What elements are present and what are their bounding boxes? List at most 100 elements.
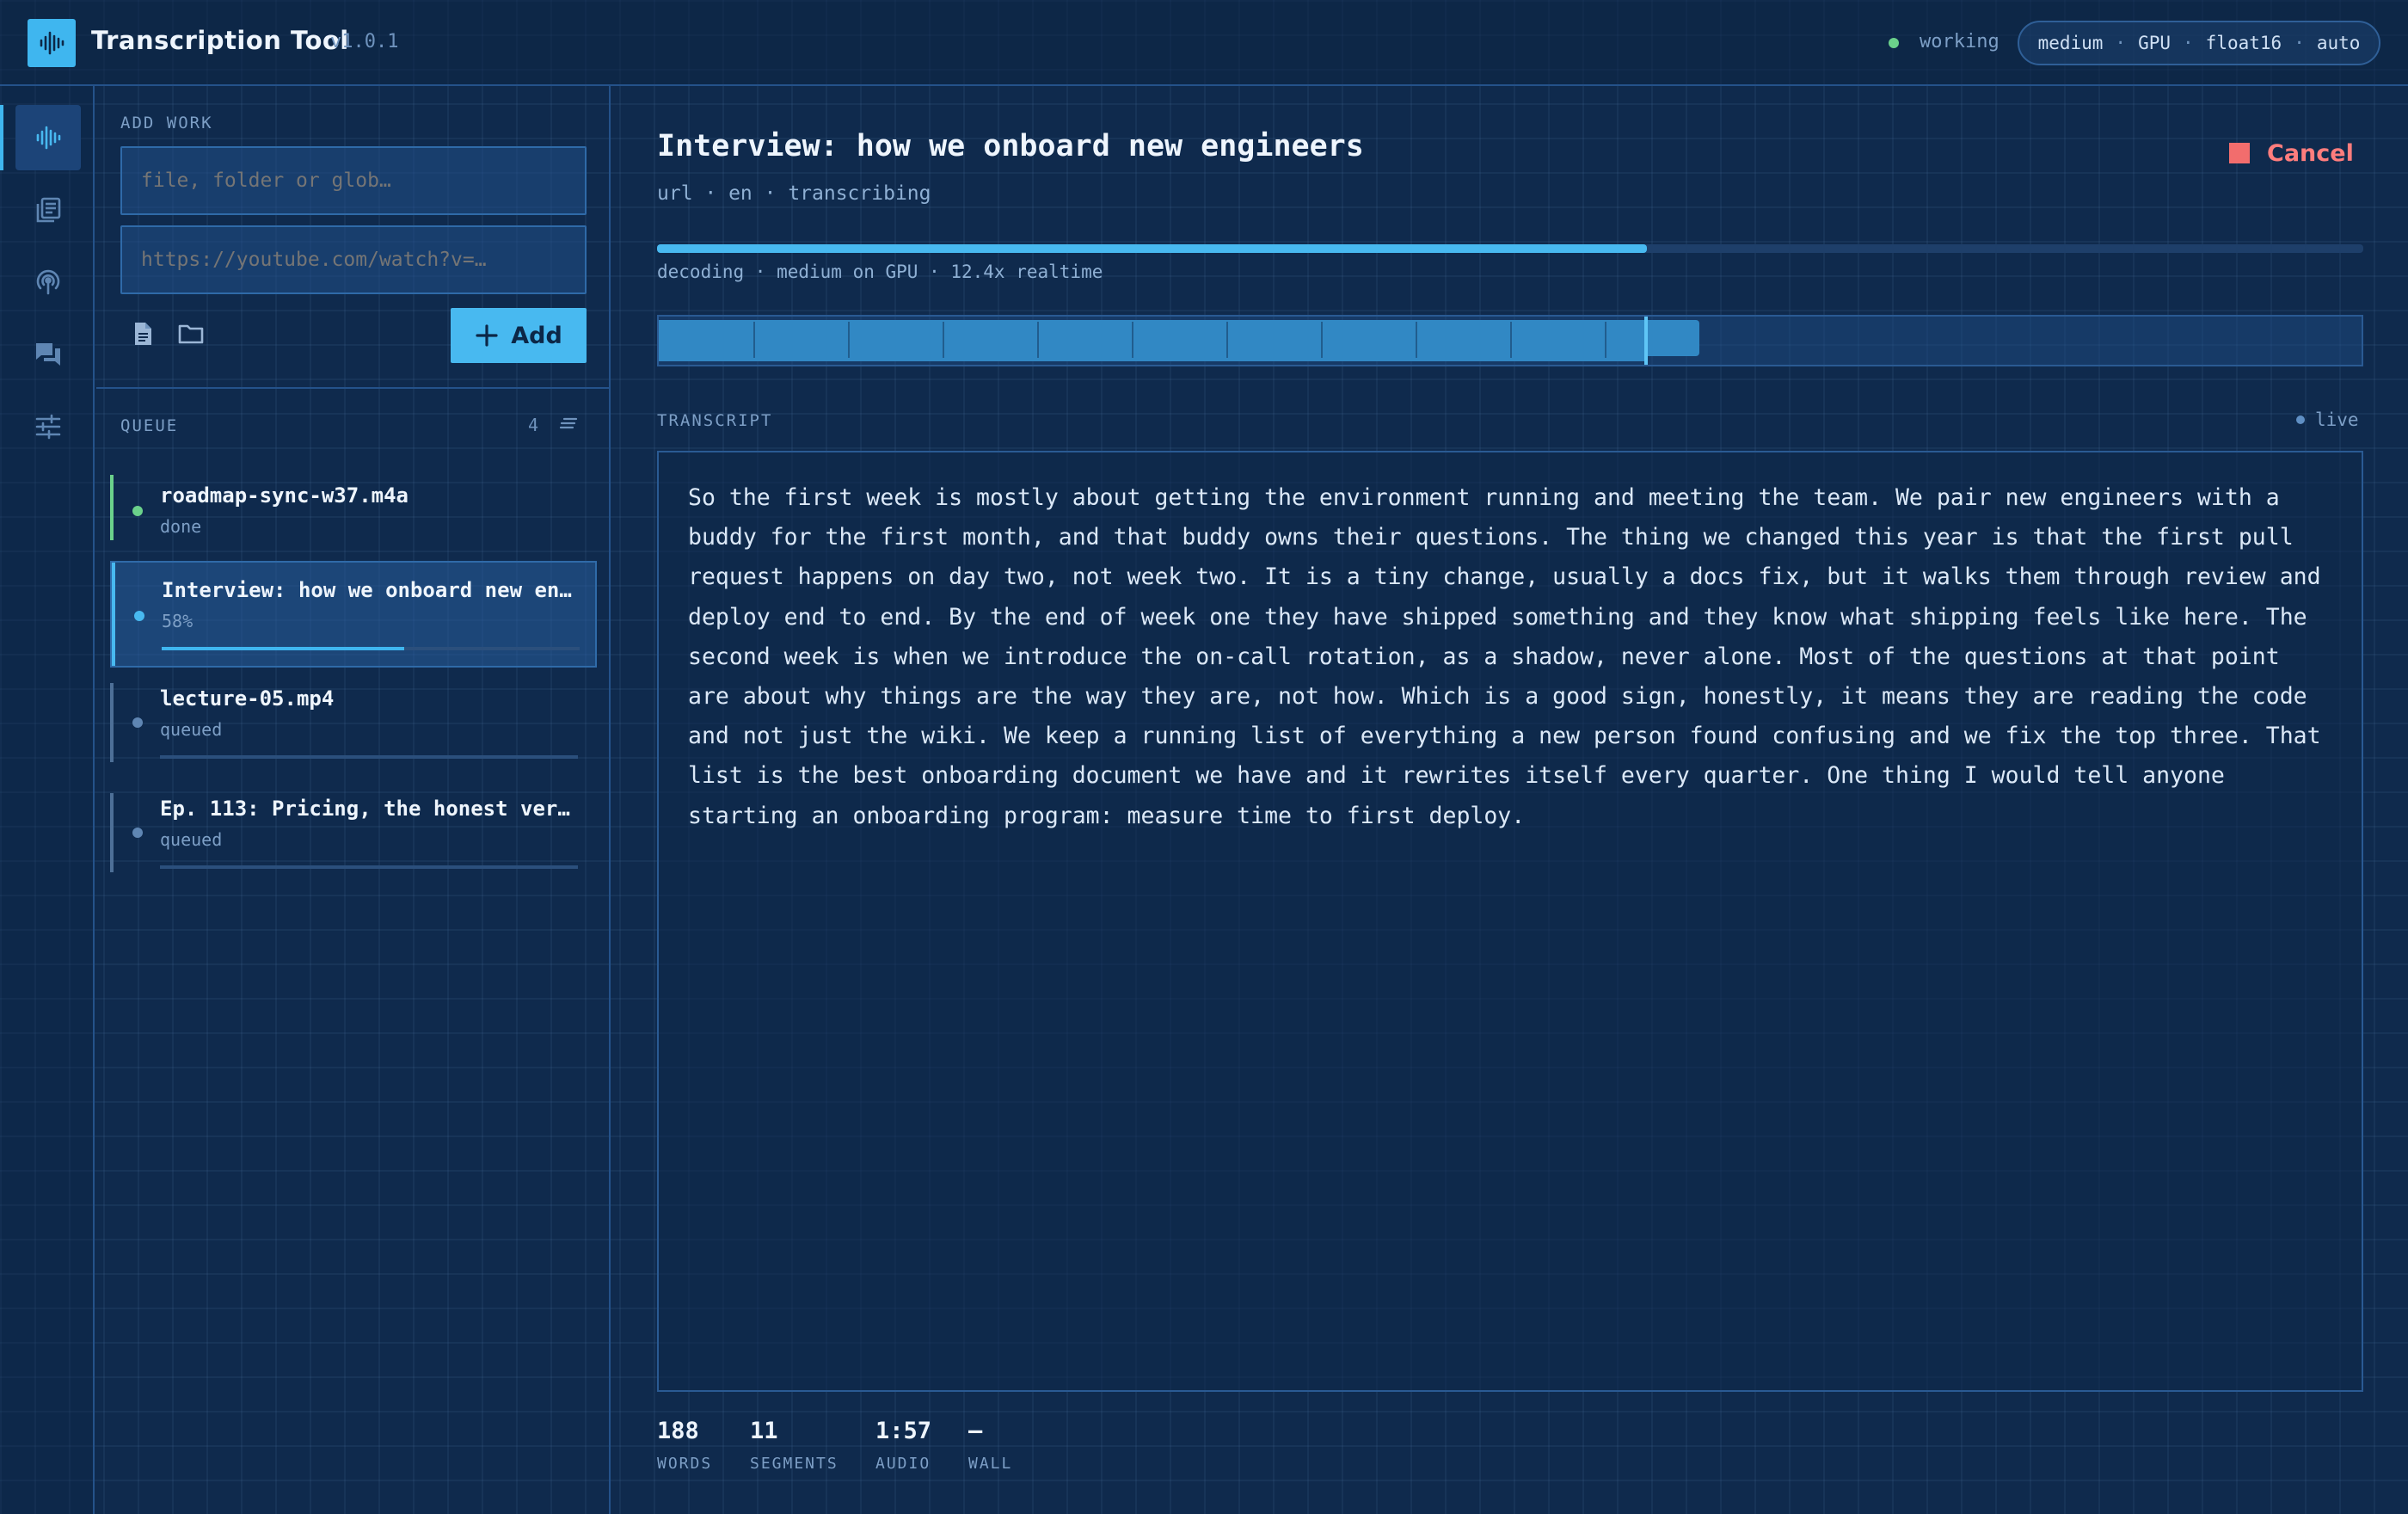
stat-value: 1:57 [875, 1418, 932, 1444]
status-dot [134, 611, 144, 621]
queue-item[interactable]: roadmap-sync-w37.m4a done [110, 475, 597, 540]
rail-item-podcasts[interactable] [15, 249, 81, 315]
status-dot [132, 828, 143, 838]
pill-separator: · [2183, 33, 2194, 53]
model-precision: float16 [2205, 33, 2282, 53]
pill-separator: · [2294, 33, 2305, 53]
cancel-label: Cancel [2267, 139, 2354, 167]
queue-item-name: roadmap-sync-w37.m4a [160, 483, 408, 508]
model-size: medium [2037, 33, 2104, 53]
add-button[interactable]: Add [451, 308, 587, 363]
transcript-text[interactable]: So the first week is mostly about gettin… [657, 451, 2363, 1392]
waveform-tick [1321, 322, 1323, 358]
waveform-icon [36, 126, 61, 150]
queue-item-progress-track [162, 647, 580, 650]
rail-item-settings[interactable] [15, 394, 81, 459]
chat-icon [36, 343, 60, 366]
status-text: working [1920, 31, 2000, 52]
model-device: GPU [2138, 33, 2172, 53]
waveform-played [659, 320, 1647, 361]
stat-audio: 1:57 AUDIO [875, 1418, 931, 1473]
queue-label: QUEUE [120, 416, 179, 435]
url-input[interactable] [120, 225, 587, 294]
queue-item-status-bar [110, 683, 114, 762]
queue-item[interactable]: lecture-05.mp4 queued [110, 683, 597, 762]
queue-item-status-bar [110, 475, 114, 540]
rail-item-library[interactable] [15, 177, 81, 243]
transcript-label: TRANSCRIPT [657, 411, 773, 430]
podcast-icon [36, 269, 60, 295]
queue-item-status-bar [110, 793, 114, 872]
library-icon [36, 197, 61, 223]
waveform-tick [943, 322, 944, 358]
icon-rail [0, 86, 95, 1514]
stat-words: 188 WORDS [657, 1418, 712, 1473]
file-icon[interactable] [126, 317, 160, 351]
live-dot [2296, 415, 2305, 424]
rail-item-transcribe[interactable] [15, 105, 81, 170]
pill-separator: · [2115, 33, 2127, 53]
queue-item-status: 58% [162, 611, 194, 631]
queue-item-status-bar [112, 563, 115, 666]
waveform-tick [1605, 322, 1606, 358]
add-work-label: ADD WORK [120, 114, 213, 132]
cancel-button[interactable]: Cancel [2229, 136, 2354, 170]
waveform-tick [1226, 322, 1228, 358]
app-logo-icon [28, 19, 76, 67]
app-title: Transcription Tool [91, 26, 349, 55]
waveform-tick [1132, 322, 1133, 358]
waveform-tick [848, 322, 850, 358]
main-panel: Interview: how we onboard new engineers … [612, 86, 2408, 1514]
folder-icon[interactable] [174, 317, 208, 351]
waveform-tick [1510, 322, 1512, 358]
job-meta: url · en · transcribing [657, 182, 931, 205]
panel-divider [96, 387, 611, 389]
stat-wall: — WALL [968, 1418, 1012, 1473]
status-dot [132, 717, 143, 728]
model-language: auto [2316, 33, 2361, 53]
model-config-pill[interactable]: medium · GPU · float16 · auto [2018, 21, 2380, 65]
stop-icon [2229, 143, 2250, 163]
path-input[interactable] [120, 146, 587, 215]
queue-item-progress-fill [162, 647, 404, 650]
stat-label: WALL [968, 1455, 1013, 1473]
job-progress-track [657, 244, 2363, 253]
queue-item-status: queued [160, 829, 223, 850]
queue-item-progress-track [160, 755, 578, 759]
queue-item-status: queued [160, 719, 223, 740]
stat-label: WORDS [657, 1455, 713, 1473]
waveform-tick [1416, 322, 1417, 358]
add-button-label: Add [511, 322, 562, 349]
waveform-tick [753, 322, 755, 358]
queue-item-name: Interview: how we onboard new en… [162, 578, 572, 602]
queue-item-name: Ep. 113: Pricing, the honest ver… [160, 797, 570, 821]
queue-item-progress-track [160, 865, 578, 869]
queue-item-status: done [160, 516, 202, 537]
job-progress-fill [657, 244, 1647, 253]
queue-menu-icon[interactable] [559, 416, 578, 434]
stat-segments: 11 SEGMENTS [750, 1418, 838, 1473]
left-panel: ADD WORK Add QUEUE 4 [96, 86, 611, 1514]
stat-value: — [968, 1418, 983, 1444]
live-label: live [2315, 409, 2359, 430]
waveform-tick [1037, 322, 1039, 358]
stat-value: 188 [657, 1418, 699, 1444]
top-bar: Transcription Tool v1.0.1 working medium… [0, 0, 2408, 86]
rail-item-chat[interactable] [15, 322, 81, 387]
status-dot [132, 506, 143, 516]
stat-label: AUDIO [875, 1455, 931, 1473]
stat-label: SEGMENTS [750, 1455, 838, 1473]
queue-count: 4 [528, 415, 539, 435]
rail-active-marker [0, 105, 3, 170]
queue-item[interactable]: Ep. 113: Pricing, the honest ver… queued [110, 793, 597, 872]
job-title: Interview: how we onboard new engineers [657, 129, 1364, 163]
waveform-scrubber[interactable] [657, 315, 2363, 366]
queue-item-selected[interactable]: Interview: how we onboard new en… 58% [110, 561, 597, 668]
decode-status: decoding · medium on GPU · 12.4x realtim… [657, 262, 1103, 282]
waveform-buffered [1646, 320, 1699, 356]
queue-item-name: lecture-05.mp4 [160, 686, 335, 711]
status-dot [1889, 38, 1899, 48]
app-version: v1.0.1 [330, 31, 399, 52]
playhead[interactable] [1644, 317, 1649, 365]
plus-icon [476, 324, 498, 347]
